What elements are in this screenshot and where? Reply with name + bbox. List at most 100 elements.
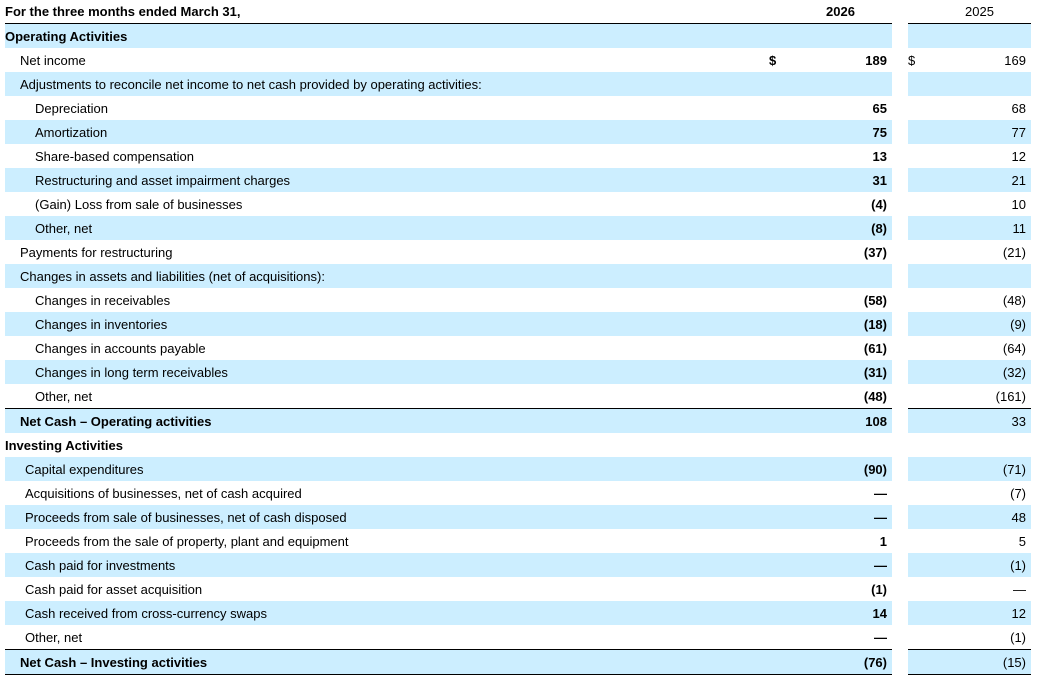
table-row: Proceeds from sale of businesses, net of…: [5, 505, 1031, 529]
table-row: Depreciation 65 68: [5, 96, 1031, 120]
value-prior-year: (32): [928, 360, 1031, 384]
value-current-year: (37): [863, 244, 887, 260]
value-prior-year: (9): [928, 312, 1031, 336]
value-current-year: —: [789, 505, 892, 529]
row-label: Other, net: [25, 629, 83, 645]
value-prior-year: 10: [1011, 196, 1026, 212]
table-row: Cash paid for investments — (1): [5, 553, 1031, 577]
table-row: Other, net (8) 11: [5, 216, 1031, 240]
row-label: (Gain) Loss from sale of businesses: [35, 196, 243, 212]
value-prior-year: [928, 23, 1031, 48]
value-current-year: (76): [789, 649, 892, 675]
value-current-year: (58): [863, 292, 887, 308]
table-row: Other, net (48) (161): [5, 384, 1031, 409]
value-current-year: (90): [789, 457, 892, 481]
table-row: Restructuring and asset impairment charg…: [5, 168, 1031, 192]
value-prior-year: 33: [928, 408, 1031, 433]
value-current-year: 13: [872, 148, 887, 164]
total-label: Net Cash – Investing activities: [5, 649, 769, 675]
value-current-year: 75: [789, 120, 892, 144]
value-current-year: (4): [871, 196, 887, 212]
table-row: Changes in inventories (18) (9): [5, 312, 1031, 336]
row-label: Cash received from cross-currency swaps: [5, 601, 769, 625]
row-label: Changes in inventories: [5, 312, 769, 336]
table-row: Net Cash – Investing activities (76) (15): [5, 649, 1031, 675]
value-current-year: 31: [789, 168, 892, 192]
row-label: Payments for restructuring: [20, 244, 173, 260]
table-row: Changes in receivables (58) (48): [5, 288, 1031, 312]
value-prior-year: (1): [928, 553, 1031, 577]
table-row: Net Cash – Operating activities 108 33: [5, 408, 1031, 433]
value-prior-year: 5: [1018, 533, 1026, 549]
total-label: Net Cash – Operating activities: [5, 408, 769, 433]
value-prior-year: [928, 264, 1031, 288]
value-current-year: 14: [789, 601, 892, 625]
row-label: Acquisitions of businesses, net of cash …: [25, 485, 302, 501]
section-heading: Investing Activities: [5, 437, 123, 453]
row-label: Changes in accounts payable: [35, 340, 206, 356]
table-row: Share-based compensation 13 12: [5, 144, 1031, 168]
row-label: Depreciation: [35, 100, 108, 116]
row-label: Other, net: [5, 216, 769, 240]
value-current-year: 189: [865, 52, 887, 68]
value-prior-year: 12: [1011, 148, 1026, 164]
value-prior-year: (161): [995, 388, 1026, 404]
table-row: Cash paid for asset acquisition (1) —: [5, 577, 1031, 601]
value-current-year: [789, 72, 892, 96]
table-row: Amortization 75 77: [5, 120, 1031, 144]
year-current-header: 2026: [789, 0, 892, 24]
value-prior-year: 12: [928, 601, 1031, 625]
row-label: Restructuring and asset impairment charg…: [5, 168, 769, 192]
value-prior-year: 48: [928, 505, 1031, 529]
row-label: Capital expenditures: [5, 457, 769, 481]
value-prior-year: (15): [928, 649, 1031, 675]
table-row: Net income $189 $169: [5, 48, 1031, 72]
value-current-year: 108: [789, 408, 892, 433]
row-label: Changes in long term receivables: [5, 360, 769, 384]
year-prior-header: 2025: [928, 0, 1031, 24]
row-label: Cash paid for investments: [5, 553, 769, 577]
value-current-year: —: [789, 553, 892, 577]
table-row: Investing Activities: [5, 433, 1031, 457]
value-prior-year: —: [1013, 581, 1026, 597]
currency-symbol-current: $: [769, 52, 777, 68]
value-current-year: (31): [789, 360, 892, 384]
value-prior-year: (48): [1002, 292, 1026, 308]
row-label: Adjustments to reconcile net income to n…: [5, 72, 769, 96]
value-prior-year: 11: [928, 216, 1031, 240]
table-header-row: For the three months ended March 31, 202…: [5, 0, 1031, 24]
row-label: Proceeds from sale of businesses, net of…: [5, 505, 769, 529]
row-label: Cash paid for asset acquisition: [25, 581, 203, 597]
table-row: Changes in assets and liabilities (net o…: [5, 264, 1031, 288]
section-heading: Operating Activities: [5, 23, 769, 48]
value-current-year: (48): [863, 388, 887, 404]
table-row: Operating Activities: [5, 23, 1031, 48]
row-label: Changes in assets and liabilities (net o…: [5, 264, 769, 288]
row-label: Changes in receivables: [35, 292, 171, 308]
table-row: Changes in accounts payable (61) (64): [5, 336, 1031, 360]
row-label: Proceeds from the sale of property, plan…: [25, 533, 349, 549]
value-prior-year: [928, 433, 1031, 457]
table-row: Changes in long term receivables (31) (32): [5, 360, 1031, 384]
table-row: Proceeds from the sale of property, plan…: [5, 529, 1031, 553]
value-current-year: [789, 264, 892, 288]
value-prior-year: 169: [1004, 52, 1026, 68]
row-label: Net income: [20, 52, 86, 68]
period-label: For the three months ended March 31,: [5, 0, 769, 24]
value-current-year: 65: [872, 100, 887, 116]
table-row: Other, net — (1): [5, 625, 1031, 650]
table-row: Acquisitions of businesses, net of cash …: [5, 481, 1031, 505]
value-prior-year: 68: [1011, 100, 1026, 116]
value-current-year: 1: [879, 533, 887, 549]
table-row: Cash received from cross-currency swaps 1…: [5, 601, 1031, 625]
value-prior-year: 77: [928, 120, 1031, 144]
cash-flow-table: For the three months ended March 31, 202…: [5, 0, 1031, 675]
value-current-year: (1): [871, 581, 887, 597]
value-prior-year: (1): [1010, 629, 1026, 645]
value-current-year: (18): [789, 312, 892, 336]
row-label: Share-based compensation: [35, 148, 194, 164]
table-row: Adjustments to reconcile net income to n…: [5, 72, 1031, 96]
value-current-year: [789, 23, 892, 48]
row-label: Amortization: [5, 120, 769, 144]
row-label: Other, net: [35, 388, 93, 404]
